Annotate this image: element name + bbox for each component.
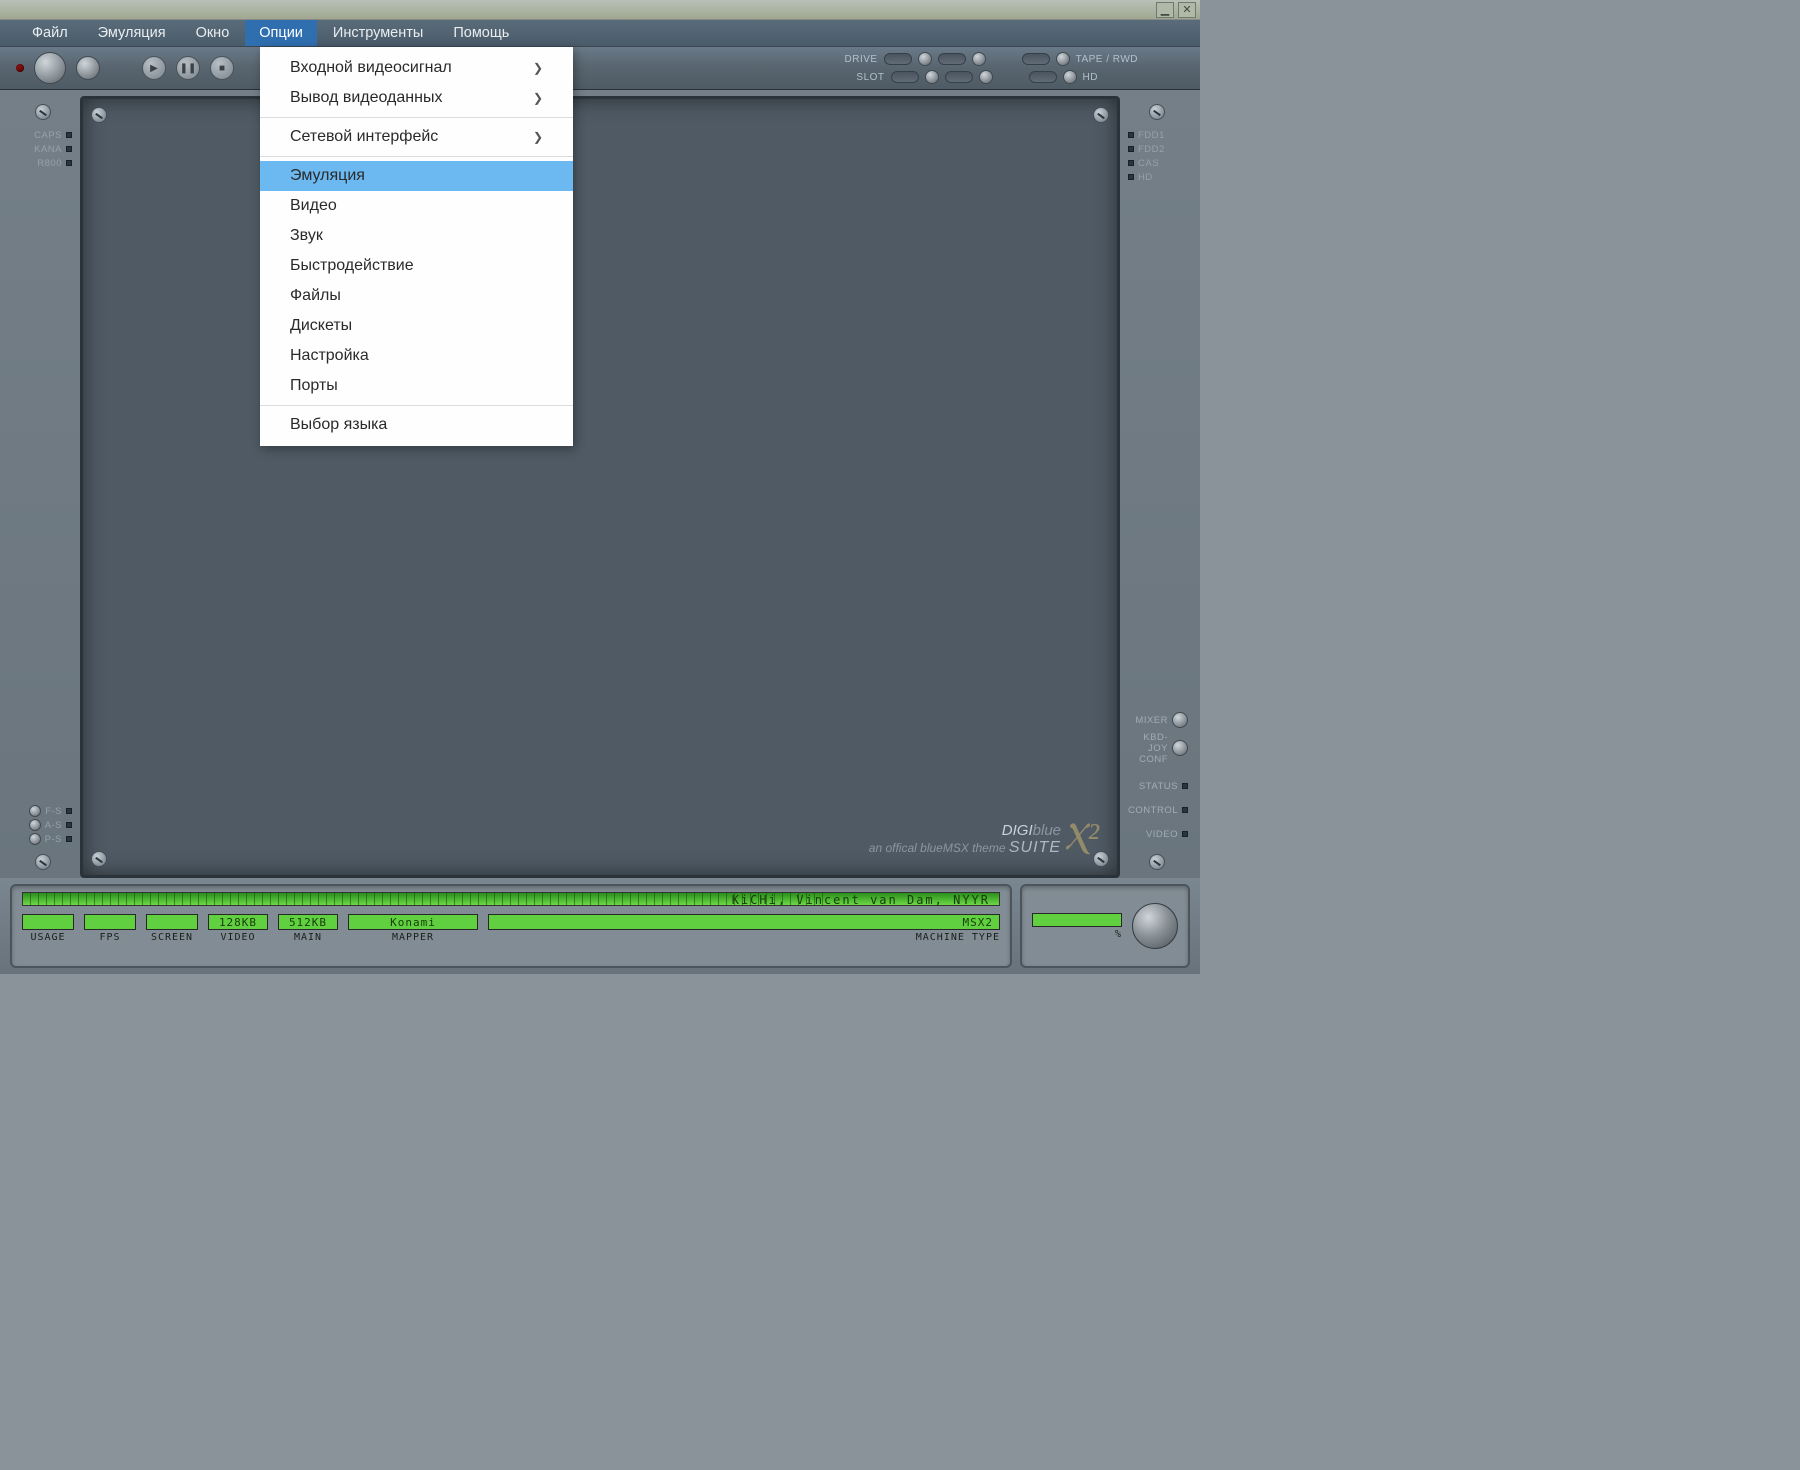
dropdown-item-5[interactable]: Эмуляция xyxy=(260,161,573,191)
screen-meter: SCREEN xyxy=(146,914,198,943)
menu-item-2[interactable]: Окно xyxy=(182,20,244,46)
dropdown-item-3[interactable]: Сетевой интерфейс❯ xyxy=(260,122,573,152)
hd-label: HD xyxy=(1083,72,1098,83)
menu-separator xyxy=(260,156,573,157)
hd-dial[interactable] xyxy=(1063,70,1077,84)
right-rail: FDD1 FDD2 CAS HD MIXER KBD-JOY CONF STAT… xyxy=(1120,96,1194,878)
cart-slot-2[interactable] xyxy=(945,71,973,83)
menubar: ФайлЭмуляцияОкноОпцииИнструментыПомощь xyxy=(0,20,1200,47)
fdd1-indicator: FDD1 xyxy=(1120,128,1194,142)
cart-slot-1[interactable] xyxy=(891,71,919,83)
menu-item-1[interactable]: Эмуляция xyxy=(84,20,180,46)
theme-logo: DIGIblue an offical blueMSX theme SUITE … xyxy=(869,822,1061,857)
kana-indicator: KANA xyxy=(6,142,80,156)
pct-label: % xyxy=(1115,929,1122,940)
drive-slot-2[interactable] xyxy=(938,53,966,65)
logo-x-icon: Ⲭ² xyxy=(1063,815,1099,859)
screw-icon xyxy=(1149,104,1165,120)
dropdown-item-0[interactable]: Входной видеосигнал❯ xyxy=(260,53,573,83)
screw-icon xyxy=(1093,107,1109,123)
screw-icon xyxy=(91,851,107,867)
tape-dial[interactable] xyxy=(1056,52,1070,66)
fdd2-indicator: FDD2 xyxy=(1120,142,1194,156)
control-toggle[interactable]: CONTROL xyxy=(1120,798,1194,822)
slot-label: SLOT xyxy=(856,72,884,83)
drive-label: DRIVE xyxy=(845,54,878,65)
cart-dial-2[interactable] xyxy=(979,70,993,84)
chevron-right-icon: ❯ xyxy=(533,61,543,75)
record-indicator xyxy=(16,64,24,72)
kbdjoy-conf-button[interactable]: KBD-JOY CONF xyxy=(1120,732,1194,764)
dropdown-item-12[interactable]: Порты xyxy=(260,371,573,401)
menu-item-0[interactable]: Файл xyxy=(18,20,82,46)
caps-indicator: CAPS xyxy=(6,128,80,142)
status-bar: KiCHi, Vincent van Dam, NYYR USAGE FPS S… xyxy=(0,878,1200,974)
drive-dial-2[interactable] xyxy=(972,52,986,66)
options-dropdown-menu: Входной видеосигнал❯Вывод видеоданных❯ Се… xyxy=(260,47,573,446)
drive-dial-1[interactable] xyxy=(918,52,932,66)
fps-meter: FPS xyxy=(84,914,136,943)
dropdown-item-7[interactable]: Звук xyxy=(260,221,573,251)
video-meter: 128KB VIDEO xyxy=(208,914,268,943)
volume-knob[interactable] xyxy=(1132,903,1178,949)
secondary-dial[interactable] xyxy=(76,56,100,80)
dropdown-item-6[interactable]: Видео xyxy=(260,191,573,221)
menu-item-3[interactable]: Опции xyxy=(245,20,317,46)
lcd-scroll-text: KiCHi, Vincent van Dam, NYYR xyxy=(732,893,990,907)
status-main-frame: KiCHi, Vincent van Dam, NYYR USAGE FPS S… xyxy=(10,884,1012,968)
mixer-button[interactable]: MIXER xyxy=(1120,708,1194,732)
emulator-viewport[interactable]: DIGIblue an offical blueMSX theme SUITE … xyxy=(80,96,1120,878)
usage-meter: USAGE xyxy=(22,914,74,943)
menu-separator xyxy=(260,117,573,118)
dropdown-item-14[interactable]: Выбор языка xyxy=(260,410,573,440)
window-titlebar: ▁ ✕ xyxy=(0,0,1200,20)
main-area: CAPS KANA R800 F-S A-S P-S DIGIblue an o… xyxy=(0,90,1200,878)
play-button[interactable]: ▶ xyxy=(142,56,166,80)
stop-button[interactable]: ■ xyxy=(210,56,234,80)
pause-button[interactable]: ❚❚ xyxy=(176,56,200,80)
status-toggle[interactable]: STATUS xyxy=(1120,774,1194,798)
dropdown-item-10[interactable]: Дискеты xyxy=(260,311,573,341)
fs-indicator: F-S xyxy=(6,804,80,818)
menu-item-5[interactable]: Помощь xyxy=(439,20,523,46)
machine-type-meter: MSX2 MACHINE TYPE xyxy=(488,914,1000,943)
chevron-right-icon: ❯ xyxy=(533,91,543,105)
dropdown-item-8[interactable]: Быстродействие xyxy=(260,251,573,281)
tape-label: TAPE / RWD xyxy=(1076,54,1138,65)
left-rail: CAPS KANA R800 F-S A-S P-S xyxy=(6,96,80,878)
dropdown-item-1[interactable]: Вывод видеоданных❯ xyxy=(260,83,573,113)
minimize-button[interactable]: ▁ xyxy=(1156,2,1174,18)
ps-indicator: P-S xyxy=(6,832,80,846)
screw-icon xyxy=(35,104,51,120)
main-dial[interactable] xyxy=(34,52,66,84)
close-button[interactable]: ✕ xyxy=(1178,2,1196,18)
main-meter: 512KB MAIN xyxy=(278,914,338,943)
screw-icon xyxy=(91,107,107,123)
tape-slot[interactable] xyxy=(1022,53,1050,65)
toolbar: ▶ ❚❚ ■ DRIVE TAPE / RWD SLOT HD xyxy=(0,47,1200,90)
r800-indicator: R800 xyxy=(6,156,80,170)
pct-meter xyxy=(1032,913,1122,927)
drive-slot-1[interactable] xyxy=(884,53,912,65)
as-indicator: A-S xyxy=(6,818,80,832)
cas-indicator: CAS xyxy=(1120,156,1194,170)
mapper-meter: Konami MAPPER xyxy=(348,914,478,943)
menu-item-4[interactable]: Инструменты xyxy=(319,20,437,46)
dropdown-item-11[interactable]: Настройка xyxy=(260,341,573,371)
cart-dial-1[interactable] xyxy=(925,70,939,84)
menu-separator xyxy=(260,405,573,406)
hd-indicator: HD xyxy=(1120,170,1194,184)
hd-slot[interactable] xyxy=(1029,71,1057,83)
dropdown-item-9[interactable]: Файлы xyxy=(260,281,573,311)
screw-icon xyxy=(35,854,51,870)
chevron-right-icon: ❯ xyxy=(533,130,543,144)
video-toggle[interactable]: VIDEO xyxy=(1120,822,1194,846)
screw-icon xyxy=(1149,854,1165,870)
status-right-frame: % xyxy=(1020,884,1190,968)
